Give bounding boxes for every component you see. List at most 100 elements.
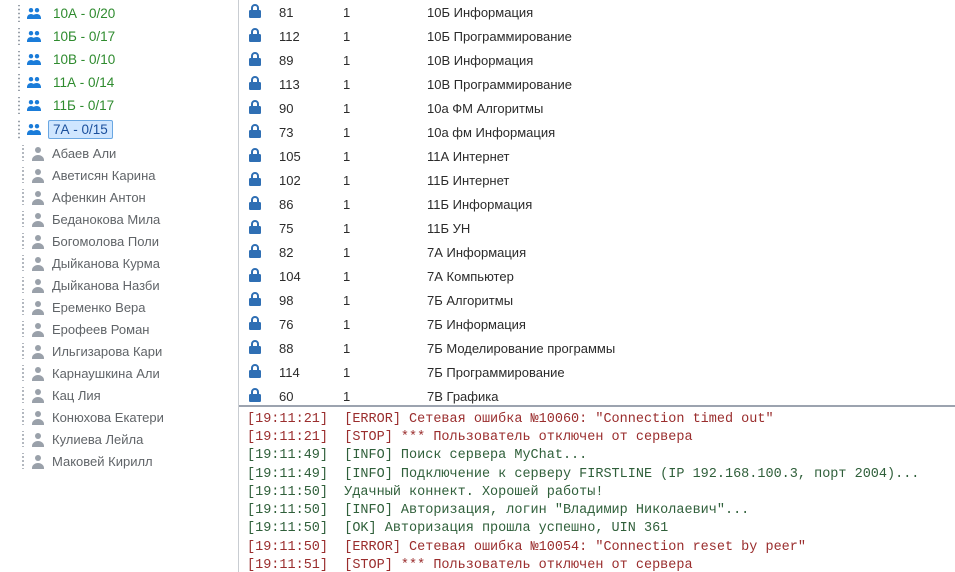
table-row[interactable]: 112110Б Программирование [239, 24, 955, 48]
lock-icon [247, 31, 263, 46]
lock-icon [247, 127, 263, 142]
table-row[interactable]: 75111Б УН [239, 216, 955, 240]
log-panel[interactable]: [19:11:21] [ERROR] Сетевая ошибка №10060… [239, 407, 955, 572]
table-row[interactable]: 81110Б Информация [239, 0, 955, 24]
cell-id: 113 [271, 72, 335, 96]
student-row[interactable]: Еременко Вера [0, 296, 238, 318]
cell-count: 1 [335, 288, 419, 312]
table-row[interactable]: 11417Б Программирование [239, 360, 955, 384]
cell-count: 1 [335, 240, 419, 264]
lock-icon [247, 7, 263, 22]
cell-count: 1 [335, 48, 419, 72]
cell-id: 75 [271, 216, 335, 240]
cell-id: 88 [271, 336, 335, 360]
cell-name: 10а фм Информация [419, 120, 955, 144]
cell-count: 1 [335, 0, 419, 24]
tree-connector [18, 321, 28, 337]
cell-id: 90 [271, 96, 335, 120]
table-row[interactable]: 105111А Интернет [239, 144, 955, 168]
lock-icon [247, 319, 263, 334]
cell-name: 11Б Интернет [419, 168, 955, 192]
cell-name: 10В Информация [419, 48, 955, 72]
table-row[interactable]: 10417А Компьютер [239, 264, 955, 288]
table-row[interactable]: 9817Б Алгоритмы [239, 288, 955, 312]
sidebar[interactable]: 10А - 0/20 10Б - 0/1710В - 0/10 11А - 0/14… [0, 0, 239, 572]
student-row[interactable]: Карнаушкина Али [0, 362, 238, 384]
table-row[interactable]: 89110В Информация [239, 48, 955, 72]
student-row[interactable]: Маковей Кирилл [0, 450, 238, 472]
lock-icon [247, 55, 263, 70]
student-row[interactable]: Афенкин Антон [0, 186, 238, 208]
group-row[interactable]: 11А - 0/14 [0, 71, 238, 94]
lock-icon [247, 295, 263, 310]
tree-connector [18, 365, 28, 381]
log-line: [19:11:49] [INFO] Подключение к серверу … [247, 466, 947, 484]
tree-connector [18, 189, 28, 205]
log-line: [19:11:50] [OK] Авторизация прошла успеш… [247, 520, 947, 538]
cell-name: 7Б Моделирование программы [419, 336, 955, 360]
tree-connector [18, 167, 28, 183]
student-row[interactable]: Конюхова Екатери [0, 406, 238, 428]
channel-table-body: 81110Б Информация112110Б Программировани… [239, 0, 955, 407]
tree-connector [18, 277, 28, 293]
person-icon [30, 211, 46, 227]
group-row[interactable]: 10Б - 0/17 [0, 25, 238, 48]
group-label: 11А - 0/14 [48, 74, 119, 91]
channel-table: 81110Б Информация112110Б Программировани… [239, 0, 955, 407]
table-row[interactable]: 86111Б Информация [239, 192, 955, 216]
tree-connector [18, 453, 28, 469]
table-row[interactable]: 113110В Программирование [239, 72, 955, 96]
tree-connector [18, 299, 28, 315]
student-name: Конюхова Екатери [52, 410, 164, 425]
cell-name: 11Б УН [419, 216, 955, 240]
table-row[interactable]: 90110а ФМ Алгоритмы [239, 96, 955, 120]
tree-connector [14, 120, 24, 139]
student-row[interactable]: Беданокова Мила [0, 208, 238, 230]
cell-id: 73 [271, 120, 335, 144]
student-row[interactable]: Кац Лия [0, 384, 238, 406]
tree-connector [14, 5, 24, 22]
table-row[interactable]: 73110а фм Информация [239, 120, 955, 144]
student-row[interactable]: Ерофеев Роман [0, 318, 238, 340]
group-row[interactable]: 10А - 0/20 [0, 2, 238, 25]
table-row[interactable]: 8817Б Моделирование программы [239, 336, 955, 360]
person-icon [30, 387, 46, 403]
lock-icon [247, 103, 263, 118]
table-row[interactable]: 102111Б Интернет [239, 168, 955, 192]
group-label: 7А - 0/15 [48, 120, 113, 139]
log-line: [19:11:51] [STOP] *** Пользователь отклю… [247, 557, 947, 572]
student-name: Богомолова Поли [52, 234, 159, 249]
lock-icon [247, 391, 263, 406]
student-row[interactable]: Дыйканова Назби [0, 274, 238, 296]
tree-connector [18, 211, 28, 227]
cell-id: 104 [271, 264, 335, 288]
student-row[interactable]: Богомолова Поли [0, 230, 238, 252]
table-row[interactable]: 8217А Информация [239, 240, 955, 264]
student-row[interactable]: Дыйканова Курма [0, 252, 238, 274]
lock-icon [247, 175, 263, 190]
table-row[interactable]: 7617Б Информация [239, 312, 955, 336]
student-row[interactable]: Аветисян Карина [0, 164, 238, 186]
cell-name: 7В Графика [419, 384, 955, 407]
person-icon [30, 431, 46, 447]
person-icon [30, 299, 46, 315]
cell-name: 10В Программирование [419, 72, 955, 96]
group-row[interactable]: 11Б - 0/17 [0, 94, 238, 117]
people-icon [26, 76, 42, 90]
student-row[interactable]: Абаев Али [0, 142, 238, 164]
group-row[interactable]: 7А - 0/15 [0, 117, 238, 142]
lock-icon [247, 199, 263, 214]
student-row[interactable]: Кулиева Лейла [0, 428, 238, 450]
cell-name: 10Б Программирование [419, 24, 955, 48]
cell-id: 60 [271, 384, 335, 407]
cell-id: 98 [271, 288, 335, 312]
group-label: 10А - 0/20 [48, 5, 120, 22]
table-wrap[interactable]: 81110Б Информация112110Б Программировани… [239, 0, 955, 407]
person-icon [30, 365, 46, 381]
person-icon [30, 343, 46, 359]
student-row[interactable]: Ильгизарова Кари [0, 340, 238, 362]
people-icon [26, 7, 42, 21]
lock-icon [247, 271, 263, 286]
table-row[interactable]: 6017В Графика [239, 384, 955, 407]
group-row[interactable]: 10В - 0/10 [0, 48, 238, 71]
